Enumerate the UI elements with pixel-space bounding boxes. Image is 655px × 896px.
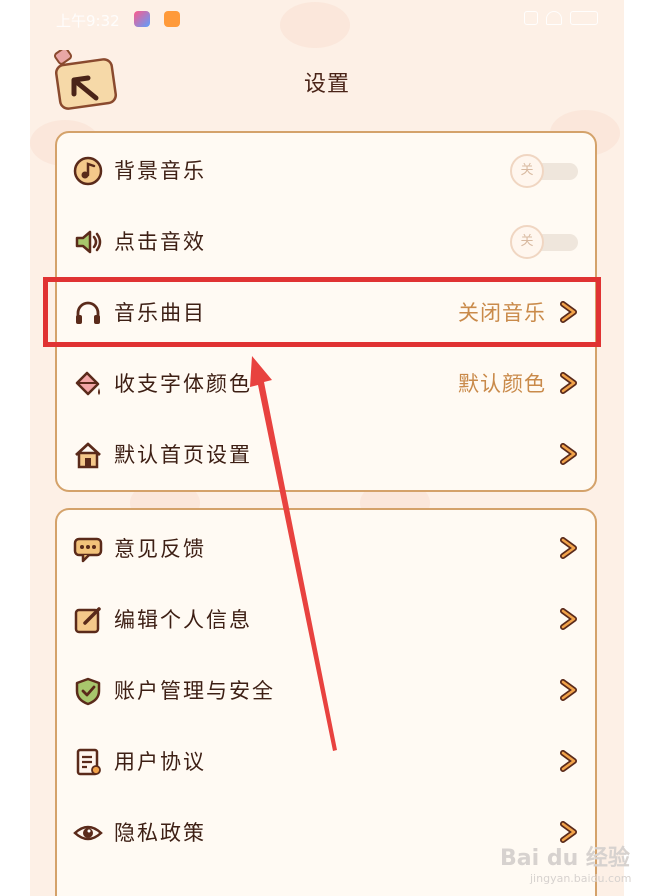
chevron-right-icon bbox=[558, 608, 580, 630]
row-default-home[interactable]: 默认首页设置 bbox=[57, 419, 594, 489]
annotation-highlight-box bbox=[43, 277, 601, 347]
watermark-logo: Bai du 经验 bbox=[500, 846, 630, 871]
settings-group-account: 意见反馈编辑个人信息 账户管理与安全 用户协议隐私政策 bbox=[55, 508, 597, 896]
row-account-security[interactable]: 账户管理与安全 bbox=[57, 655, 594, 725]
row-label: 编辑个人信息 bbox=[114, 608, 252, 632]
row-user-agreement[interactable]: 用户协议 bbox=[57, 726, 594, 796]
house-icon bbox=[73, 440, 103, 470]
row-edit-profile[interactable]: 编辑个人信息 bbox=[57, 584, 594, 654]
row-label: 默认首页设置 bbox=[114, 443, 252, 467]
row-value: 默认颜色 bbox=[458, 372, 546, 396]
row-label: 隐私政策 bbox=[114, 821, 206, 845]
speaker-icon bbox=[73, 227, 103, 257]
row-font-color[interactable]: 收支字体颜色 默认颜色 bbox=[57, 348, 594, 418]
row-label: 账户管理与安全 bbox=[114, 679, 275, 703]
row-label: 意见反馈 bbox=[114, 537, 206, 561]
toggle-knob: 关 bbox=[510, 154, 544, 188]
row-label: 背景音乐 bbox=[114, 159, 206, 183]
watermark-url: jingyan.baidu.com bbox=[530, 872, 632, 885]
app-notification-icon bbox=[134, 11, 150, 27]
chevron-right-icon bbox=[558, 443, 580, 465]
toggle-switch[interactable]: 关 bbox=[510, 154, 580, 188]
row-label: 点击音效 bbox=[114, 230, 206, 254]
chevron-right-icon bbox=[558, 750, 580, 772]
document-icon bbox=[73, 747, 103, 777]
app-notification-icon bbox=[164, 11, 180, 27]
phone-screen: 上午9:32 设置 背景音乐关点击音效关音乐曲目 关闭音乐 收支字体颜色 默认颜色 默认… bbox=[30, 0, 624, 896]
chat-bubble-icon bbox=[73, 534, 103, 564]
status-bar: 上午9:32 bbox=[30, 0, 624, 40]
sim-icon bbox=[524, 11, 538, 25]
row-feedback[interactable]: 意见反馈 bbox=[57, 513, 594, 583]
shield-icon bbox=[73, 676, 103, 706]
row-label: 收支字体颜色 bbox=[114, 372, 252, 396]
music-note-icon bbox=[73, 156, 103, 186]
toggle-knob: 关 bbox=[510, 225, 544, 259]
battery-icon bbox=[570, 11, 598, 25]
wifi-icon bbox=[546, 11, 562, 25]
chevron-right-icon bbox=[558, 372, 580, 394]
toggle-switch[interactable]: 关 bbox=[510, 225, 580, 259]
status-time: 上午9:32 bbox=[56, 12, 120, 30]
chevron-right-icon bbox=[558, 537, 580, 559]
status-icons bbox=[524, 11, 598, 25]
row-label: 用户协议 bbox=[114, 750, 206, 774]
chevron-right-icon bbox=[558, 679, 580, 701]
paint-bucket-icon bbox=[73, 369, 103, 399]
row-background-music[interactable]: 背景音乐 关 bbox=[57, 135, 594, 205]
row-click-sound[interactable]: 点击音效 关 bbox=[57, 206, 594, 276]
page-title: 设置 bbox=[303, 72, 350, 97]
eye-icon bbox=[73, 818, 103, 848]
edit-icon bbox=[73, 605, 103, 635]
